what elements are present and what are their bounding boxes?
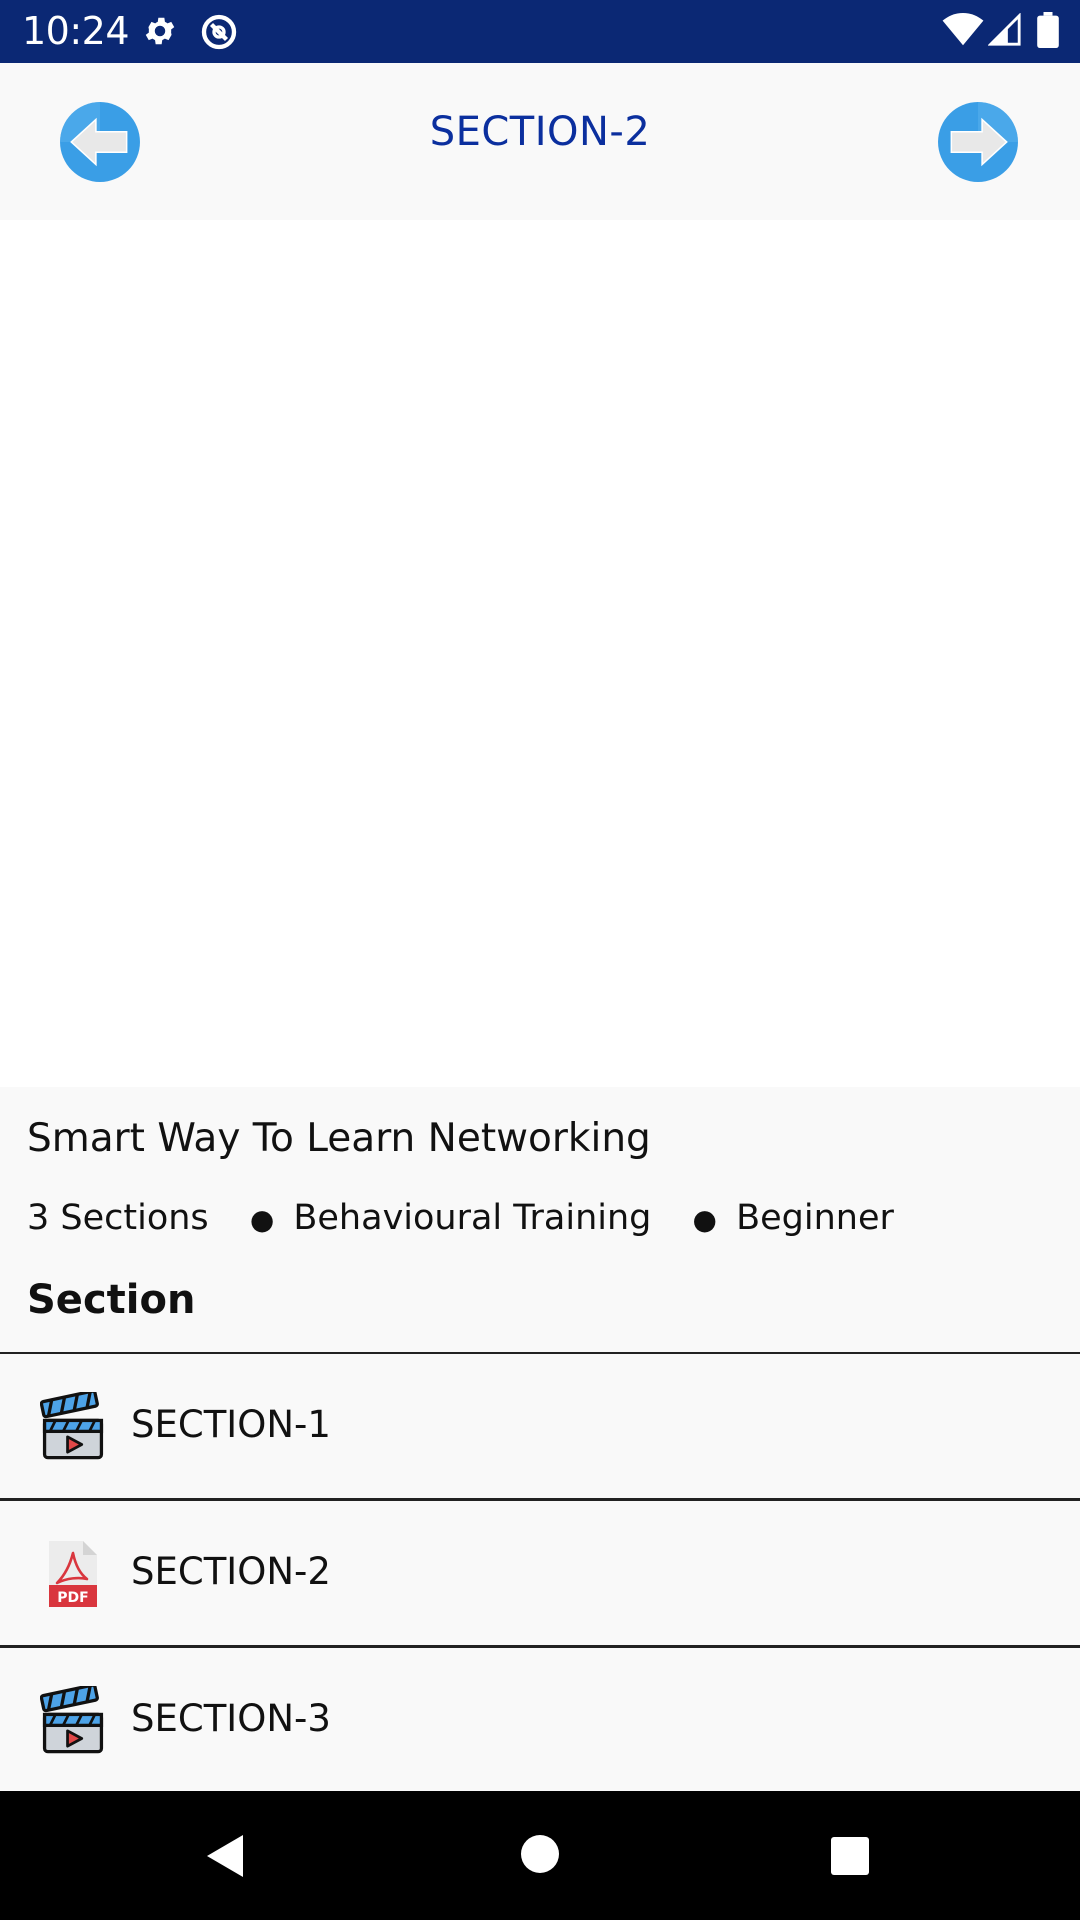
section-item-2[interactable]: PDF SECTION-2: [0, 1501, 1080, 1648]
section-item-1[interactable]: SECTION-1: [0, 1354, 1080, 1501]
section-item-3[interactable]: SECTION-3: [0, 1648, 1080, 1792]
section-label: SECTION-1: [131, 1403, 331, 1446]
section-label: SECTION-3: [131, 1697, 331, 1740]
signal-icon: [988, 13, 1021, 46]
course-category: Behavioural Training: [293, 1198, 652, 1238]
content-viewer[interactable]: [0, 220, 1080, 1087]
pdf-file-icon: PDF: [49, 1541, 97, 1607]
sync-icon: [201, 14, 237, 50]
section-heading: Section: [27, 1277, 196, 1323]
app-bar: SECTION-2: [0, 63, 1080, 220]
wifi-icon: [942, 13, 984, 46]
section-list: SECTION-1 PDF SECTION-2 SECTION-3: [0, 1352, 1080, 1792]
video-clapper-icon: [40, 1392, 104, 1460]
course-level: Beginner: [736, 1198, 894, 1238]
status-bar: 10:24: [0, 0, 1080, 63]
home-icon[interactable]: [520, 1834, 560, 1874]
next-section-button[interactable]: [937, 101, 1019, 183]
svg-text:PDF: PDF: [57, 1590, 88, 1606]
page-title: SECTION-2: [429, 109, 651, 155]
course-title: Smart Way To Learn Networking: [27, 1116, 651, 1161]
system-navigation-bar: [0, 1791, 1080, 1920]
course-info-panel: Smart Way To Learn Networking 3 Sections…: [0, 1087, 1080, 1792]
bullet-icon: ●: [249, 1203, 275, 1236]
status-time: 10:24: [22, 9, 130, 53]
recents-icon[interactable]: [830, 1836, 870, 1876]
sections-count: 3 Sections: [27, 1198, 209, 1238]
arrow-right-icon: [938, 102, 1018, 182]
battery-icon: [1037, 12, 1059, 48]
video-clapper-icon: [40, 1686, 104, 1754]
bullet-icon: ●: [692, 1203, 717, 1236]
section-label: SECTION-2: [131, 1550, 331, 1593]
gear-icon: [145, 17, 175, 45]
course-meta: 3 Sections ● Behavioural Training ● Begi…: [27, 1195, 894, 1243]
back-icon[interactable]: [203, 1833, 247, 1879]
